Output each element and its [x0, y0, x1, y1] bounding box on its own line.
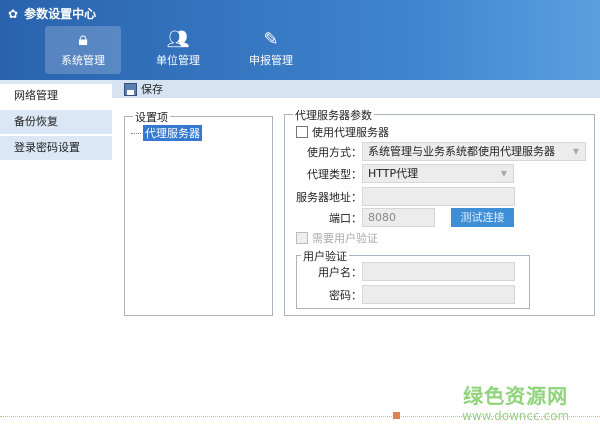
need-auth-checkbox[interactable]: 需要用户验证	[296, 230, 378, 246]
app-title: ✿ 参数设置中心	[8, 5, 96, 22]
test-connection-button[interactable]: 测试连接	[451, 208, 514, 227]
watermark-url: www.downcc.com	[462, 409, 570, 423]
address-input[interactable]	[362, 187, 515, 206]
checkbox-label: 使用代理服务器	[312, 126, 389, 139]
type-select[interactable]: HTTP代理 ▼	[362, 164, 514, 183]
username-label: 用户名：	[318, 265, 362, 279]
settings-group: 设置项 代理服务器	[124, 109, 273, 316]
password-label: 密码：	[329, 288, 362, 302]
port-input[interactable]: 8080	[362, 208, 435, 227]
port-label: 端口：	[329, 211, 362, 225]
toolbar: 保存	[112, 80, 600, 98]
watermark-name: 绿色资源网	[463, 384, 569, 408]
mode-select[interactable]: 系统管理与业务系统都使用代理服务器 ▼	[362, 142, 586, 161]
lock-icon: 🔒︎	[78, 29, 88, 50]
mode-value: 系统管理与业务系统都使用代理服务器	[368, 145, 555, 158]
app-title-text: 参数设置中心	[24, 7, 97, 21]
tab-label: 单位管理	[156, 54, 200, 67]
chevron-down-icon: ▼	[500, 169, 507, 178]
tab-declaration-management[interactable]: ✎ 申报管理	[233, 26, 309, 74]
tab-label: 系统管理	[61, 54, 105, 67]
address-label: 服务器地址：	[296, 190, 362, 204]
tab-label: 申报管理	[249, 54, 293, 67]
checkbox-label: 需要用户验证	[312, 232, 378, 245]
mode-label: 使用方式：	[307, 145, 362, 159]
gear-icon: ✿	[8, 6, 19, 21]
users-icon: 👥︎	[166, 29, 190, 50]
save-button[interactable]: 保存	[141, 81, 163, 97]
watermark: 绿色资源网 www.downcc.com	[462, 380, 569, 423]
tab-system-management[interactable]: 🔒︎ 系统管理	[45, 26, 121, 74]
tab-unit-management[interactable]: 👥︎ 单位管理	[140, 26, 216, 74]
checkbox[interactable]	[296, 126, 308, 138]
tree-item-proxy-server[interactable]: 代理服务器	[143, 125, 202, 141]
header: ✿ 参数设置中心 🔒︎ 系统管理 👥︎ 单位管理 ✎ 申报管理	[0, 0, 600, 80]
type-value: HTTP代理	[368, 167, 419, 180]
checkbox[interactable]	[296, 232, 308, 244]
sidebar-item-network[interactable]: 网络管理	[0, 84, 112, 108]
type-label: 代理类型：	[307, 167, 362, 181]
use-proxy-checkbox[interactable]: 使用代理服务器	[296, 124, 389, 140]
save-icon	[124, 82, 137, 96]
chevron-down-icon: ▼	[572, 147, 579, 156]
edit-form-icon: ✎	[263, 29, 279, 50]
password-input[interactable]	[362, 285, 515, 304]
username-input[interactable]	[362, 262, 515, 281]
sidebar-item-backup[interactable]: 备份恢复	[0, 110, 112, 134]
sidebar-item-password[interactable]: 登录密码设置	[0, 136, 112, 160]
marker	[393, 412, 400, 419]
sidebar: 网络管理 备份恢复 登录密码设置	[0, 80, 112, 434]
proxy-legend: 代理服务器参数	[293, 107, 374, 123]
settings-legend: 设置项	[133, 109, 170, 125]
